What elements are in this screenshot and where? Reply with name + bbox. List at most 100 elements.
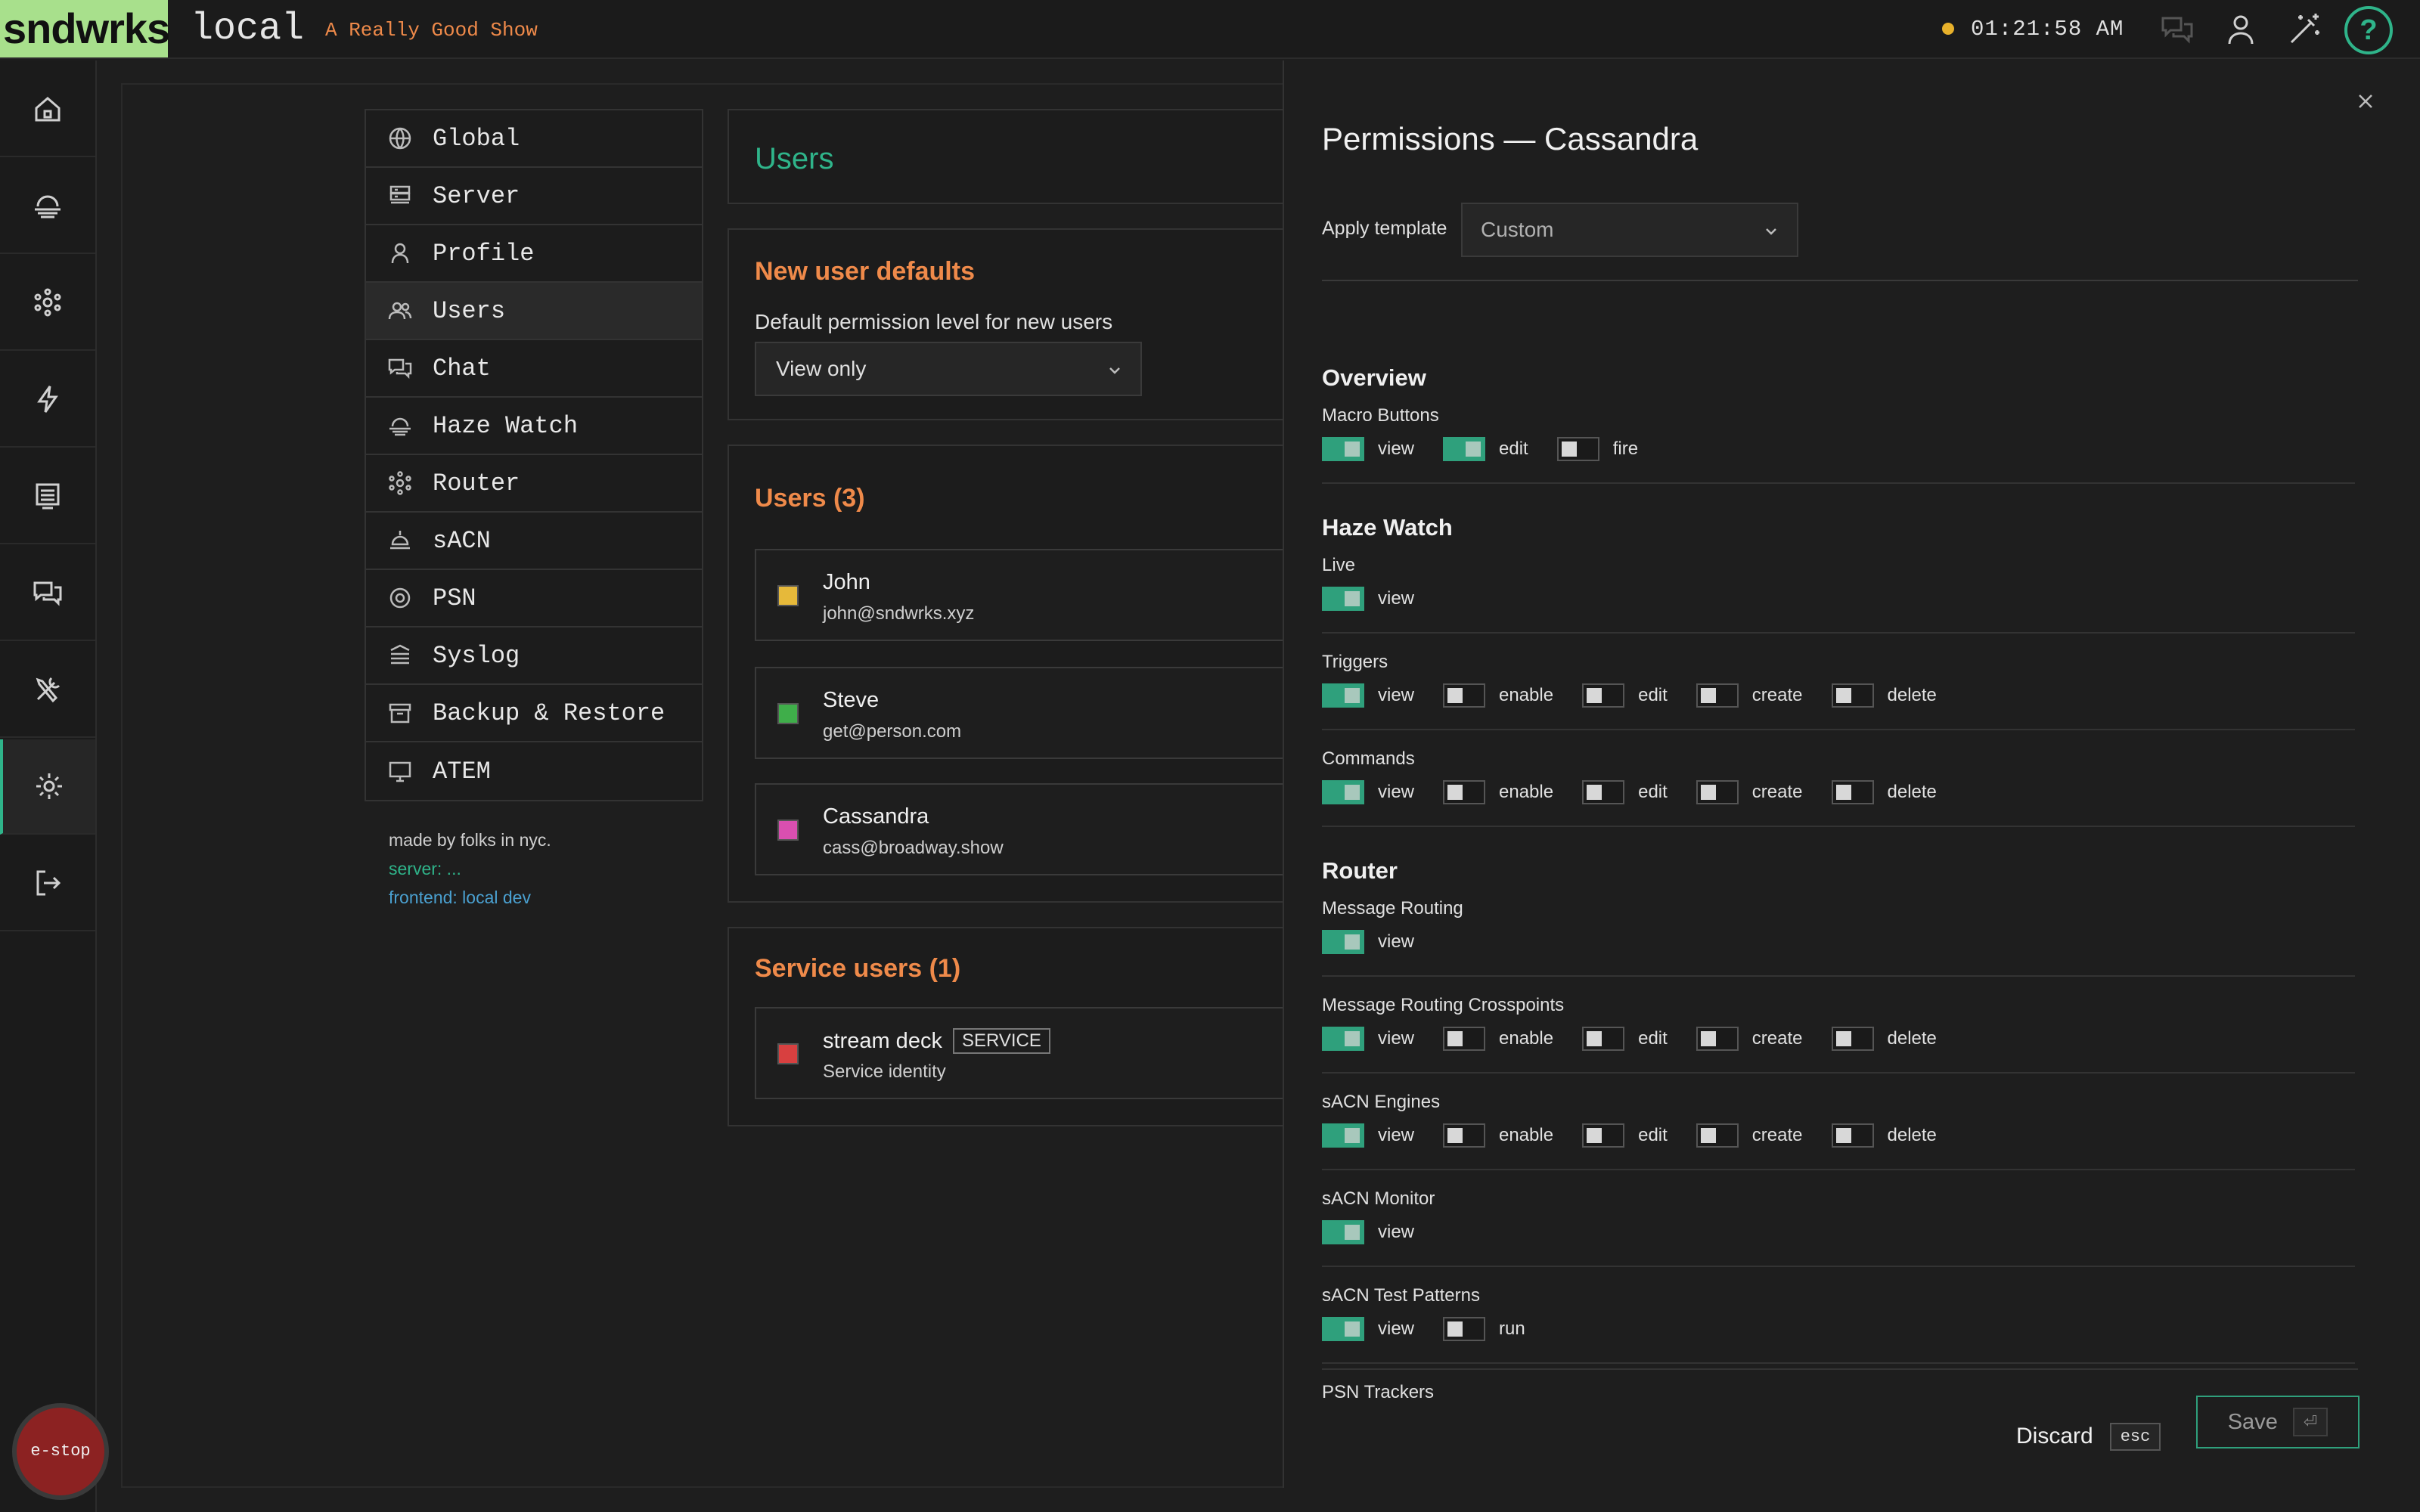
toggle-switch[interactable] [1322,780,1364,804]
permission-message-routing-crosspoints-delete[interactable]: delete [1831,1027,1937,1051]
tools-icon[interactable] [0,643,95,738]
home-icon[interactable] [0,62,95,157]
toggle-switch[interactable] [1322,1317,1364,1341]
toggle-switch[interactable] [1322,1123,1364,1148]
settings-item-router[interactable]: Router [366,455,702,513]
user-color-swatch [777,703,799,724]
toggle-switch[interactable] [1831,780,1874,804]
toggle-switch[interactable] [1322,930,1364,954]
toggle-switch[interactable] [1582,1123,1625,1148]
permission-commands-edit[interactable]: edit [1582,780,1668,804]
toggle-switch[interactable] [1831,1123,1874,1148]
permission-macro-buttons-edit[interactable]: edit [1443,437,1528,461]
settings-item-chat[interactable]: Chat [366,340,702,398]
toggle-switch[interactable] [1322,1027,1364,1051]
permission-macro-buttons-view[interactable]: view [1322,437,1414,461]
permission-live-view[interactable]: view [1322,587,1414,611]
permission-message-routing-crosspoints-view[interactable]: view [1322,1027,1414,1051]
permission-sacn-engines-enable[interactable]: enable [1443,1123,1553,1148]
chat-icon[interactable] [0,546,95,641]
settings-item-atem[interactable]: ATEM [366,742,702,800]
permission-triggers-view[interactable]: view [1322,683,1414,708]
settings-item-haze-watch[interactable]: Haze Watch [366,398,702,455]
permission-sacn-engines-view[interactable]: view [1322,1123,1414,1148]
user-icon[interactable] [2222,11,2260,48]
permission-message-routing-crosspoints-enable[interactable]: enable [1443,1027,1553,1051]
toggle-switch[interactable] [1831,1027,1874,1051]
permission-macro-buttons-fire[interactable]: fire [1556,437,1639,461]
toggle-knob [1835,1128,1851,1143]
settings-item-global[interactable]: Global [366,110,702,168]
magic-wand-icon[interactable] [2285,11,2323,48]
toggle-label: enable [1499,1125,1554,1145]
settings-item-profile[interactable]: Profile [366,225,702,283]
permission-sacn-test-patterns-view[interactable]: view [1322,1317,1414,1341]
lightning-icon[interactable] [0,352,95,448]
toggle-switch[interactable] [1443,1317,1486,1341]
e-stop-button[interactable]: e-stop [12,1403,109,1500]
haze-icon[interactable] [0,159,95,254]
service-user-row-stream-deck[interactable]: stream deck SERVICE Service identity [755,1007,1299,1099]
permission-sacn-engines-create[interactable]: create [1696,1123,1803,1148]
toggle-switch[interactable] [1582,780,1625,804]
toggle-switch[interactable] [1696,780,1739,804]
toggle-switch[interactable] [1443,437,1486,461]
apply-template-select[interactable]: Custom [1461,203,1798,257]
close-icon[interactable] [2350,86,2381,116]
toggle-label: fire [1612,438,1639,459]
toggle-switch[interactable] [1582,683,1625,708]
toggle-switch[interactable] [1696,683,1739,708]
left-rail: e-stop [0,60,109,1512]
permission-commands-view[interactable]: view [1322,780,1414,804]
permissions-list[interactable]: Overview Macro Buttons view edit fire Haze Wa… [1322,287,2358,1429]
settings-item-sacn[interactable]: sACN [366,513,702,570]
permission-message-routing-crosspoints-create[interactable]: create [1696,1027,1803,1051]
toggle-switch[interactable] [1443,1123,1486,1148]
settings-item-server[interactable]: Server [366,168,702,225]
settings-item-psn[interactable]: PSN [366,570,702,627]
haze-icon [389,417,411,436]
display-icon[interactable] [0,449,95,544]
default-permission-select[interactable]: View only [755,342,1142,396]
app-logo[interactable]: sndwrks [0,0,170,57]
toggle-switch[interactable] [1322,587,1364,611]
toggle-switch[interactable] [1322,683,1364,708]
chat-icon[interactable] [2158,11,2196,48]
toggle-switch[interactable] [1582,1027,1625,1051]
logout-icon[interactable] [0,836,95,931]
user-row-steve[interactable]: Steve get@person.com [755,667,1299,759]
permission-sacn-monitor-view[interactable]: view [1322,1220,1414,1244]
toggle-switch[interactable] [1443,780,1486,804]
user-row-cassandra[interactable]: Cassandra cass@broadway.show [755,783,1299,875]
settings-item-backup-restore[interactable]: Backup & Restore [366,685,702,742]
permission-sacn-test-patterns-run[interactable]: run [1443,1317,1525,1341]
permission-triggers-create[interactable]: create [1696,683,1803,708]
toggle-switch[interactable] [1696,1123,1739,1148]
permission-message-routing-view[interactable]: view [1322,930,1414,954]
permission-sacn-engines-delete[interactable]: delete [1831,1123,1937,1148]
toggle-switch[interactable] [1443,683,1486,708]
toggle-switch[interactable] [1322,437,1364,461]
toggle-switch[interactable] [1696,1027,1739,1051]
divider [1322,482,2355,484]
permission-triggers-delete[interactable]: delete [1831,683,1937,708]
toggle-switch[interactable] [1322,1220,1364,1244]
toggle-switch[interactable] [1443,1027,1486,1051]
settings-item-users[interactable]: Users [366,283,702,340]
toggle-switch[interactable] [1556,437,1599,461]
save-button[interactable]: Save ⏎ [2196,1396,2360,1448]
permission-triggers-edit[interactable]: edit [1582,683,1668,708]
permission-message-routing-crosspoints-edit[interactable]: edit [1582,1027,1668,1051]
permission-commands-delete[interactable]: delete [1831,780,1937,804]
discard-button[interactable]: Discard esc [2016,1406,2161,1467]
help-button[interactable]: ? [2344,6,2393,54]
permission-sacn-engines-edit[interactable]: edit [1582,1123,1668,1148]
toggle-switch[interactable] [1831,683,1874,708]
permission-triggers-enable[interactable]: enable [1443,683,1553,708]
gear-icon[interactable] [0,739,95,835]
permission-commands-create[interactable]: create [1696,780,1803,804]
permission-commands-enable[interactable]: enable [1443,780,1553,804]
router-icon[interactable] [0,256,95,351]
user-row-john[interactable]: John john@sndwrks.xyz [755,549,1299,641]
settings-item-syslog[interactable]: Syslog [366,627,702,685]
